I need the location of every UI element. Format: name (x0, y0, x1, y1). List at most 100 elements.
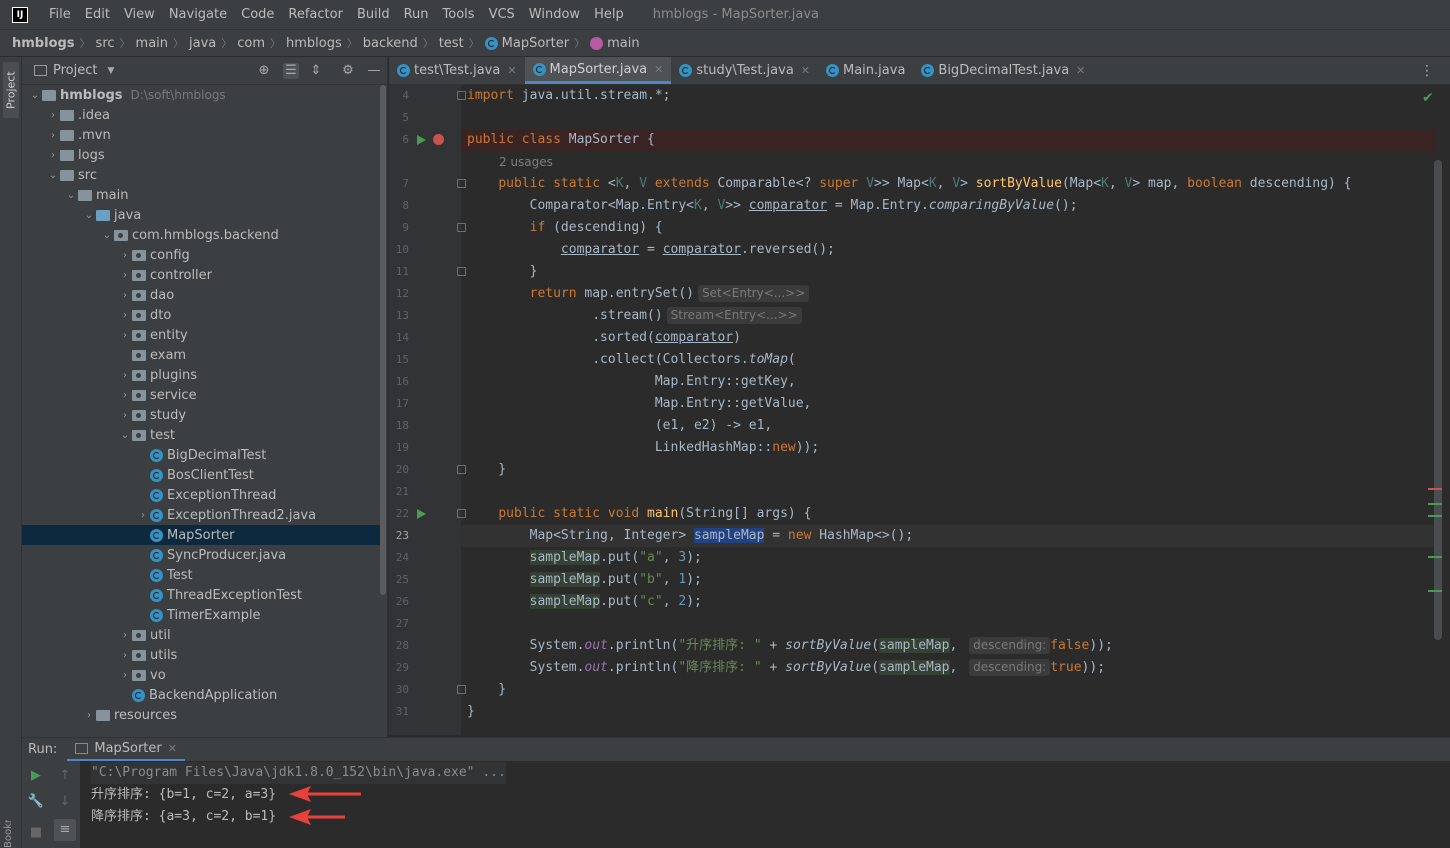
breakpoint-icon[interactable] (433, 134, 444, 145)
run-tab-mapsorter[interactable]: MapSorter ✕ (67, 738, 185, 762)
menu-file[interactable]: File (42, 7, 78, 22)
chevron-down-icon[interactable]: ⌄ (46, 170, 60, 181)
code-editor[interactable]: import java.util.stream.*; public class … (461, 85, 1436, 735)
tab-main-java[interactable]: Main.java (818, 57, 913, 84)
chevron-right-icon[interactable]: › (118, 270, 132, 281)
breadcrumb-method[interactable]: main (607, 36, 639, 51)
menu-view[interactable]: View (117, 7, 162, 22)
tree-item[interactable]: ⌄ java (22, 205, 380, 225)
bookmarks-tool-button[interactable]: Bookmarks (3, 820, 19, 848)
tree-item[interactable]: › plugins (22, 365, 380, 385)
chevron-right-icon[interactable]: › (118, 390, 132, 401)
project-tool-button[interactable]: Project (3, 62, 19, 118)
menu-run[interactable]: Run (397, 7, 436, 22)
tab-bigdecimaltest-java[interactable]: BigDecimalTest.java ✕ (913, 57, 1093, 84)
tree-item[interactable]: › util (22, 625, 380, 645)
change-stripe-mark[interactable] (1428, 503, 1442, 505)
collapse-all-icon[interactable]: ⇕ (308, 63, 324, 79)
close-icon[interactable]: ✕ (801, 64, 810, 77)
breadcrumb-main[interactable]: main (136, 36, 168, 51)
tree-item[interactable]: › dao (22, 285, 380, 305)
tree-item[interactable]: › ExceptionThread2.java (22, 505, 380, 525)
breadcrumb-java[interactable]: java (189, 36, 216, 51)
intellij-logo-icon[interactable]: IJ (12, 6, 28, 23)
tree-item[interactable]: › logs (22, 145, 380, 165)
stop-icon[interactable]: ■ (25, 822, 47, 844)
change-stripe-mark[interactable] (1428, 556, 1442, 558)
chevron-down-icon[interactable]: ⌄ (28, 90, 42, 101)
project-scrollbar[interactable] (380, 85, 386, 595)
chevron-right-icon[interactable]: › (118, 290, 132, 301)
breadcrumb-project[interactable]: hmblogs (12, 36, 75, 51)
chevron-right-icon[interactable]: › (82, 710, 96, 721)
tree-item[interactable]: ⌄ test (22, 425, 380, 445)
chevron-down-icon[interactable]: ▼ (107, 66, 114, 76)
up-arrow-icon[interactable]: ↑ (54, 765, 76, 787)
tab-study-test-java[interactable]: study\Test.java ✕ (671, 57, 818, 84)
chevron-right-icon[interactable]: › (118, 310, 132, 321)
tree-item[interactable]: › dto (22, 305, 380, 325)
breadcrumb-class[interactable]: MapSorter (502, 36, 569, 51)
wrench-icon[interactable]: 🔧 (25, 791, 47, 813)
tree-item[interactable]: › .mvn (22, 125, 380, 145)
tree-item[interactable]: › service (22, 385, 380, 405)
chevron-right-icon[interactable]: › (46, 110, 60, 121)
tree-item[interactable]: › utils (22, 645, 380, 665)
tree-item[interactable]: SyncProducer.java (22, 545, 380, 565)
tree-item[interactable]: BigDecimalTest (22, 445, 380, 465)
chevron-right-icon[interactable]: › (118, 250, 132, 261)
menu-edit[interactable]: Edit (78, 7, 117, 22)
hide-icon[interactable]: — (366, 63, 382, 79)
error-stripe-mark[interactable] (1428, 488, 1442, 490)
chevron-right-icon[interactable]: › (118, 650, 132, 661)
soft-wrap-icon[interactable]: ≡ (54, 819, 76, 841)
chevron-right-icon[interactable]: › (118, 670, 132, 681)
breadcrumb-src[interactable]: src (96, 36, 115, 51)
breadcrumb-backend[interactable]: backend (363, 36, 418, 51)
menu-tools[interactable]: Tools (436, 7, 482, 22)
tree-item[interactable]: TimerExample (22, 605, 380, 625)
chevron-right-icon[interactable]: › (118, 370, 132, 381)
menu-help[interactable]: Help (587, 7, 631, 22)
menu-code[interactable]: Code (234, 7, 281, 22)
run-main-icon[interactable] (417, 509, 426, 519)
tree-item[interactable]: ⌄ src (22, 165, 380, 185)
chevron-down-icon[interactable]: ⌄ (64, 190, 78, 201)
chevron-right-icon[interactable]: › (118, 630, 132, 641)
tree-item[interactable]: › study (22, 405, 380, 425)
breadcrumb-com[interactable]: com (237, 36, 265, 51)
tree-item[interactable]: ⌄ main (22, 185, 380, 205)
close-icon[interactable]: ✕ (1076, 64, 1085, 77)
chevron-right-icon[interactable]: › (118, 410, 132, 421)
breadcrumb-test[interactable]: test (439, 36, 464, 51)
rerun-icon[interactable]: ▶ (25, 765, 47, 787)
chevron-right-icon[interactable]: › (46, 150, 60, 161)
close-icon[interactable]: ✕ (654, 63, 663, 76)
tree-item[interactable]: › config (22, 245, 380, 265)
tree-item[interactable]: ⌄ com.hmblogs.backend (22, 225, 380, 245)
breadcrumb-hmblogs[interactable]: hmblogs (286, 36, 342, 51)
chevron-right-icon[interactable]: › (118, 330, 132, 341)
tree-item[interactable]: › entity (22, 325, 380, 345)
usages-hint[interactable]: 2 usages (499, 151, 553, 173)
locate-icon[interactable]: ⊕ (256, 63, 272, 79)
tree-item[interactable]: Test (22, 565, 380, 585)
tree-item[interactable]: exam (22, 345, 380, 365)
expand-all-icon[interactable]: ☰ (283, 63, 299, 79)
menu-vcs[interactable]: VCS (482, 7, 522, 22)
menu-navigate[interactable]: Navigate (162, 7, 234, 22)
tab-test-java[interactable]: test\Test.java ✕ (389, 57, 525, 84)
chevron-down-icon[interactable]: ⌄ (118, 430, 132, 441)
tree-item[interactable]: BackendApplication (22, 685, 380, 705)
tab-mapsorter-java[interactable]: MapSorter.java ✕ (524, 57, 672, 84)
menu-build[interactable]: Build (350, 7, 397, 22)
console-output[interactable]: "C:\Program Files\Java\jdk1.8.0_152\bin\… (80, 761, 1450, 848)
change-stripe-mark[interactable] (1428, 515, 1442, 517)
menu-window[interactable]: Window (522, 7, 587, 22)
close-icon[interactable]: ✕ (168, 742, 177, 755)
close-icon[interactable]: ✕ (507, 64, 516, 77)
more-tabs-icon[interactable]: ⋮ (1420, 63, 1434, 79)
tree-item[interactable]: BosClientTest (22, 465, 380, 485)
change-stripe-mark[interactable] (1428, 590, 1442, 592)
tree-item[interactable]: ThreadExceptionTest (22, 585, 380, 605)
